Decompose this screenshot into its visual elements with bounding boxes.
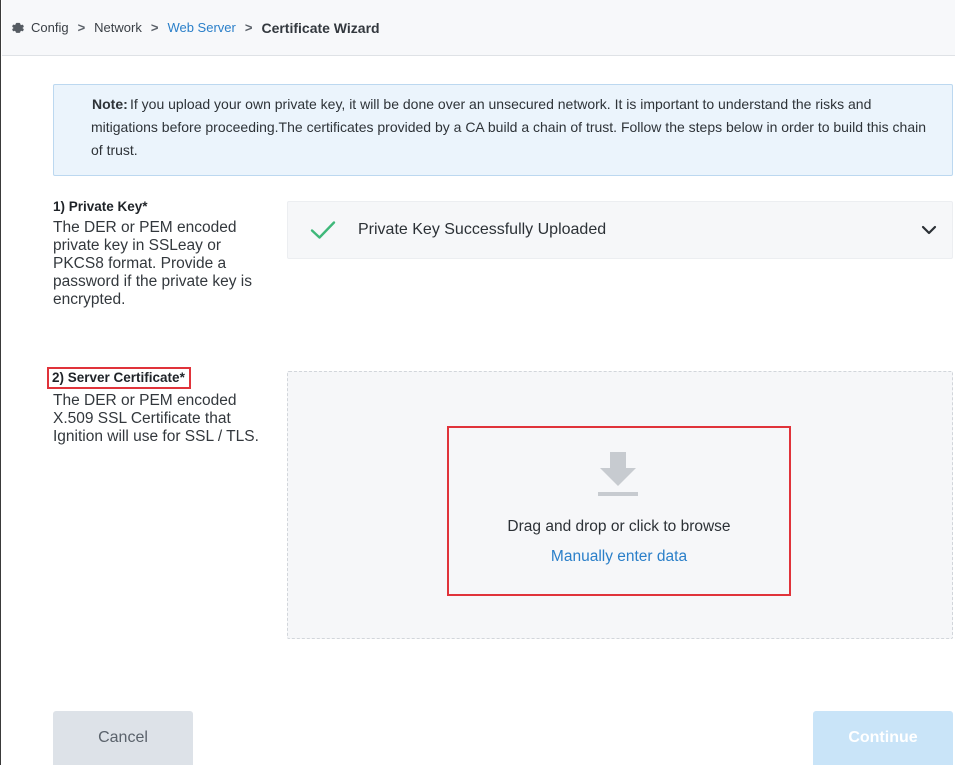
download-arrow-icon bbox=[598, 452, 638, 496]
breadcrumb-web-server[interactable]: Web Server bbox=[167, 20, 235, 35]
server-certificate-title: 2) Server Certificate* bbox=[47, 367, 191, 389]
drop-zone-text[interactable]: Drag and drop or click to browse bbox=[447, 518, 791, 536]
server-certificate-description: The DER or PEM encoded X.509 SSL Certifi… bbox=[53, 392, 259, 445]
chevron-down-icon[interactable] bbox=[920, 221, 938, 239]
wizard-frame: Config > Network > Web Server > Certific… bbox=[0, 0, 955, 765]
note-label: Note: bbox=[92, 96, 128, 112]
private-key-status-text: Private Key Successfully Uploaded bbox=[358, 221, 607, 238]
breadcrumb-separator: > bbox=[150, 20, 159, 35]
note-box: Note: If you upload your own private key… bbox=[53, 84, 953, 176]
manually-enter-data-link[interactable]: Manually enter data bbox=[447, 548, 791, 566]
breadcrumb-separator: > bbox=[77, 20, 86, 35]
breadcrumb-config[interactable]: Config bbox=[31, 20, 69, 35]
server-certificate-section: 2) Server Certificate* The DER or PEM en… bbox=[47, 367, 263, 446]
private-key-title: 1) Private Key* bbox=[53, 199, 148, 214]
checkmark-icon bbox=[310, 221, 336, 239]
breadcrumb-separator: > bbox=[244, 20, 253, 35]
note-text: If you upload your own private key, it w… bbox=[91, 96, 927, 158]
breadcrumb: Config > Network > Web Server > Certific… bbox=[2, 0, 955, 56]
continue-button[interactable]: Continue bbox=[813, 711, 953, 765]
breadcrumb-network[interactable]: Network bbox=[94, 20, 142, 35]
private-key-section: 1) Private Key* The DER or PEM encoded p… bbox=[53, 199, 263, 309]
private-key-status-panel[interactable]: Private Key Successfully Uploaded bbox=[287, 201, 953, 259]
gear-icon bbox=[12, 22, 24, 33]
cancel-button[interactable]: Cancel bbox=[53, 711, 193, 765]
page-title: Certificate Wizard bbox=[261, 19, 380, 36]
private-key-description: The DER or PEM encoded private key in SS… bbox=[53, 219, 253, 308]
